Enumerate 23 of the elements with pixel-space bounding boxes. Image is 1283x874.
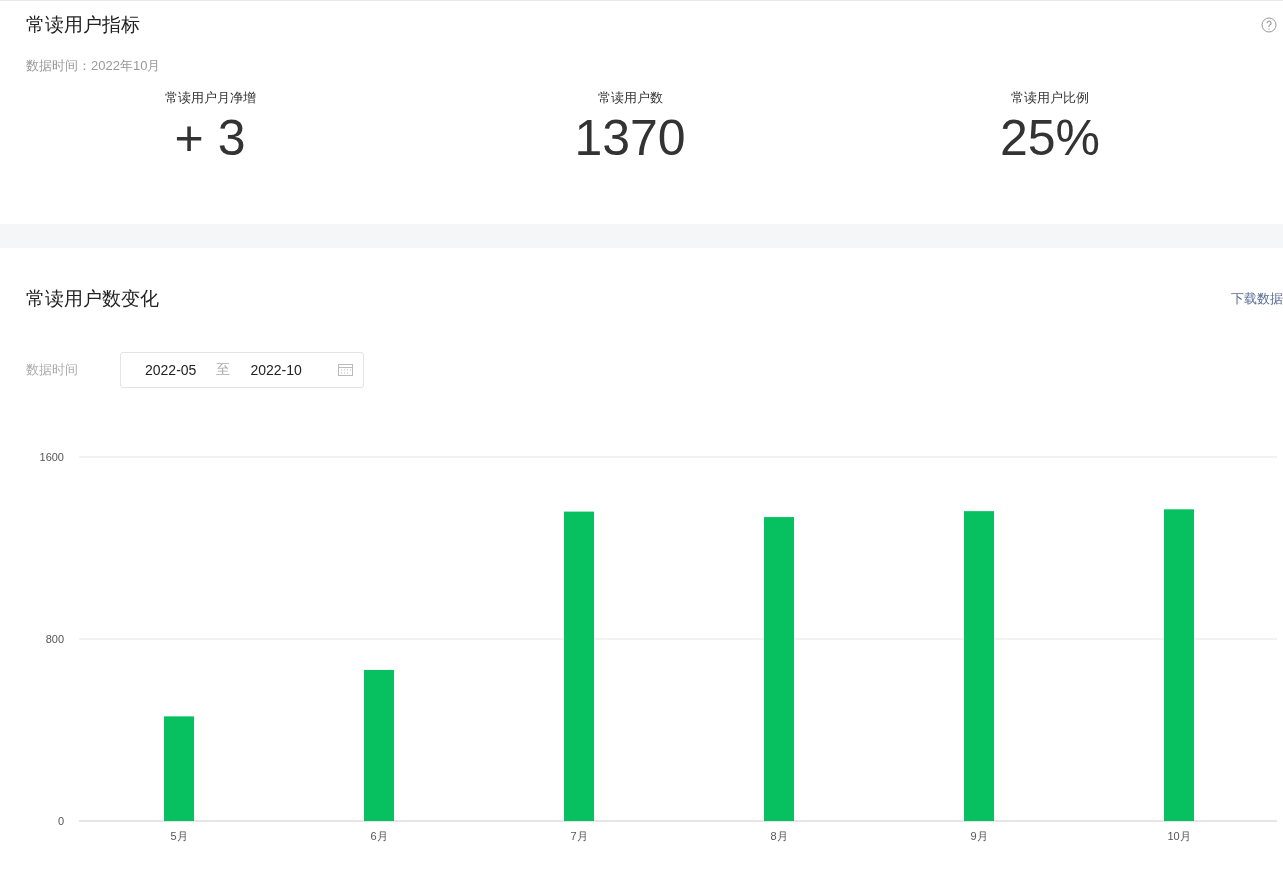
metric-value: + 3: [174, 109, 246, 167]
help-icon[interactable]: [1261, 17, 1277, 33]
axis-label: 1600: [39, 451, 64, 463]
date-range-picker[interactable]: 2022-05 至 2022-10: [120, 352, 364, 388]
section-title: 常读用户数变化: [26, 287, 159, 311]
metric-label: 常读用户比例: [1011, 89, 1089, 107]
metric-label: 常读用户月净增: [164, 89, 256, 107]
download-link[interactable]: 下载数据: [1231, 290, 1283, 308]
axis-label: 5月: [170, 830, 188, 842]
metric-label: 常读用户数: [597, 89, 663, 107]
axis-label: 10月: [1167, 830, 1191, 842]
axis-label: 6月: [370, 830, 388, 842]
axis-label: 8月: [770, 830, 788, 842]
axis-label: 800: [45, 633, 64, 645]
section-title: 常读用户指标: [26, 13, 140, 37]
metric-value: 25%: [999, 109, 1101, 167]
calendar-icon: [338, 364, 353, 376]
filter-label: 数据时间: [26, 361, 79, 379]
data-time: 数据时间：2022年10月: [26, 57, 162, 75]
metric-value: 1370: [574, 109, 686, 167]
axis-label: 0: [57, 815, 64, 827]
axis-label: 7月: [570, 830, 588, 842]
axis-label: 9月: [970, 830, 988, 842]
